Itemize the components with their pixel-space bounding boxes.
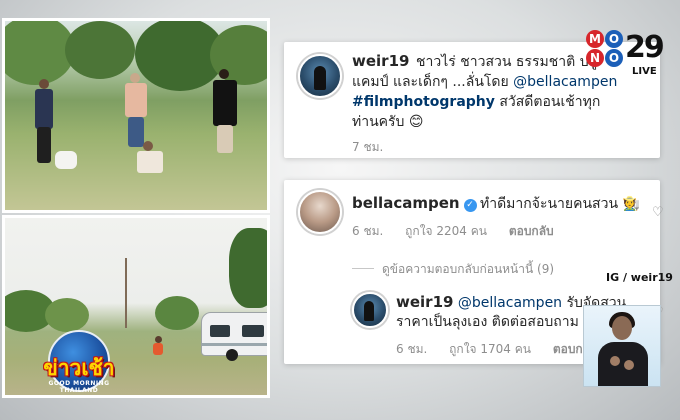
caption-text: สวัสดีตอนเช้าทุก — [494, 94, 601, 110]
comment-username-text: bellacampen — [352, 194, 460, 212]
comment-likes[interactable]: ถูกใจ 2204 คน — [405, 224, 487, 238]
interpreter-torso — [598, 342, 648, 386]
post-username[interactable]: weir19 — [352, 52, 409, 70]
post-caption-line4: ท่านครับ 😊 — [352, 114, 424, 130]
logo-letter: O — [605, 30, 623, 48]
reply-line2: ราคาเป็นลุงเอง ติดต่อสอบถาม — [396, 314, 579, 330]
post-caption-line3: #filmphotography สวัสดีตอนเช้าทุก — [352, 92, 600, 112]
reply-timestamp: 6 ชม. — [396, 342, 428, 356]
verified-badge-icon: ✓ — [463, 199, 477, 212]
reply-likes[interactable]: ถูกใจ 1704 คน — [449, 342, 531, 356]
interpreter-hand — [624, 360, 634, 370]
channel-number: 29 — [625, 30, 665, 65]
caption-text: แคมป์ และเด็กๆ ...ลั่นโดย — [352, 74, 514, 90]
reply-mention-link[interactable]: @bellacampen — [458, 295, 562, 311]
post-caption-line2: แคมป์ และเด็กๆ ...ลั่นโดย @bellacampen — [352, 72, 617, 92]
white-bag — [55, 151, 77, 169]
person-icon — [364, 301, 374, 321]
comment-meta: 6 ชม. ถูกใจ 2204 คน ตอบกลับ — [352, 222, 572, 241]
avatar[interactable] — [352, 292, 388, 328]
sign-language-interpreter — [583, 305, 661, 387]
comment-timestamp: 6 ชม. — [352, 224, 384, 238]
photo-planting — [2, 18, 270, 213]
interpreter-head — [612, 316, 632, 340]
tree — [229, 228, 267, 308]
reply-meta: 6 ชม. ถูกใจ 1704 คน ตอบกลั — [396, 340, 608, 359]
comment-text: ทำดีมากจ้ะนายคนสวน 🧑‍🌾 — [480, 196, 640, 212]
person-icon — [314, 66, 326, 90]
live-label: LIVE — [632, 66, 657, 77]
heart-icon[interactable]: ♡ — [652, 206, 666, 220]
tree — [45, 298, 89, 332]
tree — [65, 21, 135, 79]
reply-button[interactable]: ตอบกลับ — [509, 224, 554, 238]
channel-logo: M O N O 29 LIVE — [586, 30, 665, 80]
bare-tree — [125, 258, 127, 328]
tree — [155, 296, 199, 330]
show-logo: ข่าวเช้า GOOD MORNING THAILAND — [38, 330, 120, 396]
view-replies-link[interactable]: ดูข้อความตอบกลับก่อนหน้านี้ (9) — [352, 260, 554, 279]
view-replies-text: ดูข้อความตอบกลับก่อนหน้านี้ (9) — [382, 262, 555, 276]
logo-letter: N — [586, 49, 604, 67]
divider-line — [352, 268, 374, 269]
post-caption-line1: ชาวไร่ ชาวสวน ธรรมชาติ ปลู — [416, 54, 598, 70]
interpreter-hand — [610, 356, 620, 366]
logo-letter: M — [586, 30, 604, 48]
logo-letter: O — [605, 49, 623, 67]
post-timestamp: 7 ชม. — [352, 140, 384, 154]
hashtag-link[interactable]: #filmphotography — [352, 94, 495, 110]
show-logo-subtitle: GOOD MORNING THAILAND — [48, 380, 110, 394]
reply-username[interactable]: weir19 — [396, 293, 453, 311]
avatar[interactable] — [298, 190, 342, 234]
comment-username[interactable]: bellacampen ✓ — [352, 194, 477, 212]
caravan — [201, 312, 267, 361]
source-credit: IG / weir19 — [606, 271, 673, 284]
avatar[interactable] — [298, 54, 342, 98]
